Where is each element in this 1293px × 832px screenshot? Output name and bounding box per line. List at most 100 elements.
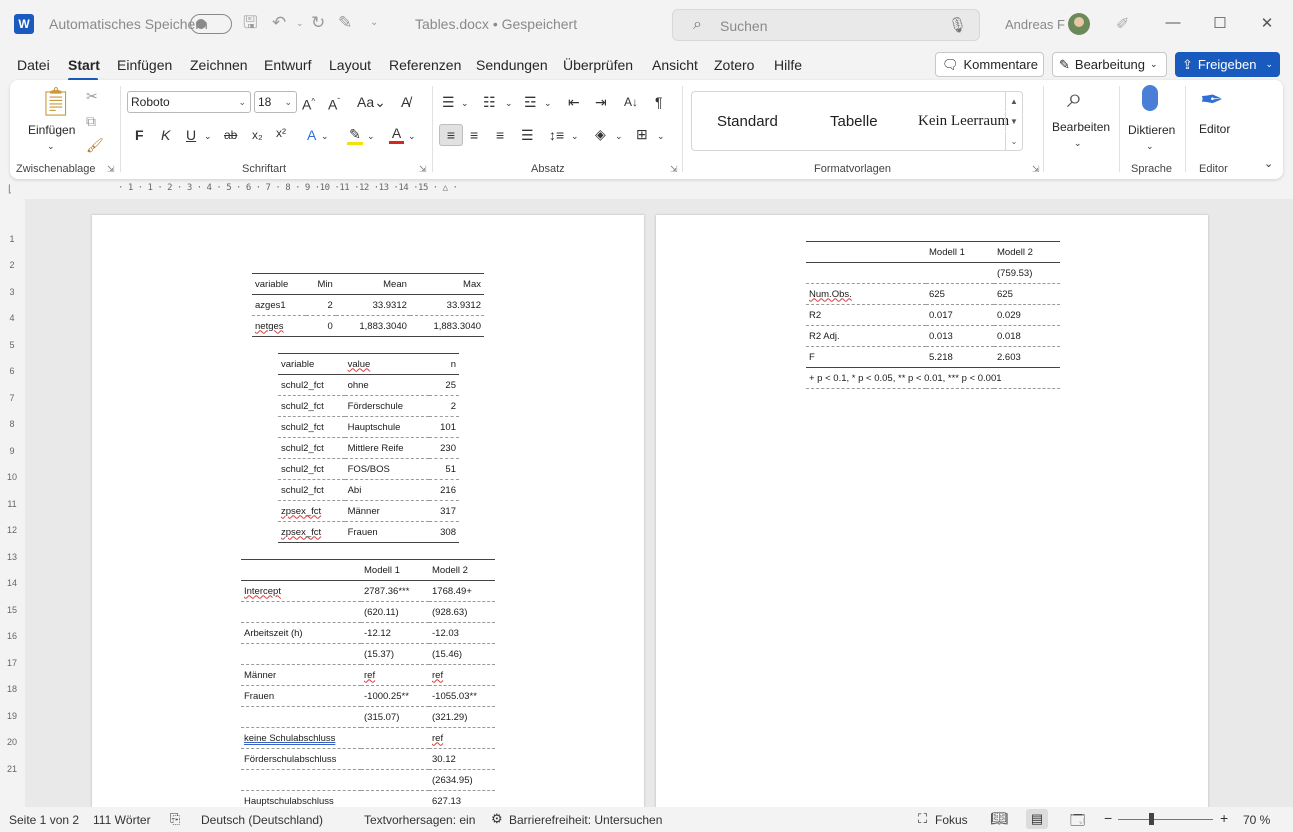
copy-icon[interactable]: ⧉ xyxy=(86,113,96,129)
styles-launcher-icon[interactable]: ⇲ xyxy=(1032,164,1040,175)
grow-font-icon[interactable]: A^ xyxy=(302,94,315,113)
font-name-select[interactable]: Roboto ⌄ xyxy=(127,91,251,113)
clear-formatting-icon[interactable]: A̸ xyxy=(401,94,410,110)
style-standard[interactable]: Standard xyxy=(717,113,778,130)
style-tabelle[interactable]: Tabelle xyxy=(830,113,878,130)
tab-einfuegen[interactable]: Einfügen xyxy=(117,57,172,73)
find-search-icon[interactable]: ⌕ xyxy=(1067,82,1083,114)
chevron-down-icon[interactable]: ⌄ xyxy=(657,128,665,144)
word-count[interactable]: 111 Wörter xyxy=(93,813,151,827)
share-button[interactable]: ⇪ Freigeben ⌄ xyxy=(1175,52,1280,77)
redo-icon[interactable]: ↻ xyxy=(311,13,325,33)
customize-qa-icon[interactable]: ⌄ xyxy=(370,13,378,33)
tab-zeichnen[interactable]: Zeichnen xyxy=(190,57,248,73)
chevron-down-icon[interactable]: ⌄ xyxy=(321,128,329,144)
zoom-slider[interactable] xyxy=(1118,819,1213,820)
undo-dropdown-icon[interactable]: ⌄ xyxy=(296,13,304,33)
horizontal-ruler[interactable]: · 1 · 1 · 2 · 3 · 4 · 5 · 6 · 7 · 8 · 9 … xyxy=(118,183,638,197)
tab-ansicht[interactable]: Ansicht xyxy=(652,57,698,73)
tab-layout[interactable]: Layout xyxy=(329,57,371,73)
language-status[interactable]: Deutsch (Deutschland) xyxy=(201,813,323,827)
tab-entwurf[interactable]: Entwurf xyxy=(264,57,311,73)
chevron-down-icon[interactable]: ⌄ xyxy=(204,128,212,144)
vertical-ruler[interactable]: 1 2 3 4 5 6 7 8 9 10 11 12 13 14 15 16 17 18 19 20 21 xyxy=(5,215,19,805)
zoom-level[interactable]: 70 % xyxy=(1243,813,1270,827)
gallery-more-icon[interactable]: ⌄ xyxy=(1005,132,1022,151)
page-2[interactable]: Modell 1 Modell 2 (759.53) Num.Obs. 625 62… xyxy=(656,215,1208,807)
focus-button[interactable]: Fokus xyxy=(935,813,968,827)
undo-icon[interactable]: ↶ xyxy=(272,13,286,33)
align-right-icon[interactable]: ≡ xyxy=(496,127,504,143)
accessibility-status[interactable]: Barrierefreiheit: Untersuchen xyxy=(509,813,662,827)
tab-referenzen[interactable]: Referenzen xyxy=(389,57,461,73)
format-painter-qa-icon[interactable]: ✎ xyxy=(338,13,352,33)
align-center-icon[interactable]: ≡ xyxy=(470,127,478,143)
superscript-icon[interactable]: x² xyxy=(276,125,286,141)
zoom-slider-thumb[interactable] xyxy=(1149,813,1154,825)
zoom-in-icon[interactable]: + xyxy=(1220,810,1228,826)
chevron-down-icon[interactable]: ⌄ xyxy=(571,128,579,144)
edit-label[interactable]: Bearbeiten xyxy=(1052,120,1110,134)
tab-ueberpruefen[interactable]: Überprüfen xyxy=(563,57,633,73)
underline-icon[interactable]: U xyxy=(186,127,196,143)
chevron-down-icon[interactable]: ⌄ xyxy=(47,138,55,154)
document-title[interactable]: Tables.docx • Gespeichert xyxy=(415,16,577,32)
increase-indent-icon[interactable]: ⇥ xyxy=(595,94,607,110)
comments-button[interactable]: 🗨︎ Kommentare xyxy=(935,52,1044,77)
editor-pen-icon[interactable]: ✒ xyxy=(1200,84,1223,116)
read-mode-icon[interactable]: 📖︎ xyxy=(990,810,1008,827)
maximize-icon[interactable]: ☐ xyxy=(1210,14,1230,32)
chevron-down-icon[interactable]: ⌄ xyxy=(544,95,552,111)
shading-icon[interactable]: ◈ xyxy=(595,126,606,142)
paste-icon[interactable]: 📋︎ xyxy=(38,86,74,118)
pilcrow-icon[interactable]: ¶ xyxy=(655,94,663,110)
minimize-icon[interactable]: — xyxy=(1163,14,1183,31)
editor-label[interactable]: Editor xyxy=(1199,122,1230,136)
tab-start[interactable]: Start xyxy=(68,57,100,73)
close-icon[interactable]: ✕ xyxy=(1257,14,1277,32)
shrink-font-icon[interactable]: Aˇ xyxy=(328,94,340,113)
change-case-icon[interactable]: Aa⌄ xyxy=(357,94,386,110)
dictate-label[interactable]: Diktieren xyxy=(1128,123,1175,137)
save-icon[interactable]: 🖫 xyxy=(243,13,257,33)
page-1[interactable]: variable Min Mean Max azges1 2 33.9312 3… xyxy=(92,215,644,807)
decrease-indent-icon[interactable]: ⇤ xyxy=(568,94,580,110)
chevron-down-icon[interactable]: ⌄ xyxy=(505,95,513,111)
web-layout-icon[interactable]: 🗔 xyxy=(1070,810,1085,832)
paste-label[interactable]: Einfügen xyxy=(28,123,75,137)
tab-selector-icon[interactable]: ⌊ xyxy=(8,184,12,195)
proofing-icon[interactable]: ⎘ xyxy=(170,811,180,827)
align-left-icon[interactable]: ≡ xyxy=(439,124,463,146)
user-name[interactable]: Andreas F xyxy=(1005,17,1065,32)
numbering-icon[interactable]: ☷ xyxy=(483,94,496,110)
document-area[interactable]: variable Min Mean Max azges1 2 33.9312 3… xyxy=(25,199,1293,807)
bullets-icon[interactable]: ☰ xyxy=(442,94,455,110)
tab-sendungen[interactable]: Sendungen xyxy=(476,57,548,73)
chevron-down-icon[interactable]: ⌄ xyxy=(1146,138,1154,154)
format-painter-icon[interactable]: 🖌︎ xyxy=(86,137,104,153)
text-effects-icon[interactable]: A xyxy=(307,127,316,143)
paragraph-launcher-icon[interactable]: ⇲ xyxy=(670,164,678,175)
line-spacing-icon[interactable]: ↕≡ xyxy=(549,127,564,143)
text-predictions-status[interactable]: Textvorhersagen: ein xyxy=(364,813,475,827)
sort-icon[interactable]: A↓ xyxy=(624,94,638,110)
tab-zotero[interactable]: Zotero xyxy=(714,57,754,73)
borders-icon[interactable]: ⊞ xyxy=(636,126,648,142)
chevron-down-icon[interactable]: ⌄ xyxy=(1074,135,1082,151)
style-kein-leerraum[interactable]: Kein Leerraum xyxy=(918,113,1009,130)
clipboard-launcher-icon[interactable]: ⇲ xyxy=(107,164,115,175)
bold-icon[interactable]: F xyxy=(135,127,144,143)
designer-pen-icon[interactable]: ✐ xyxy=(1116,14,1129,34)
tab-datei[interactable]: Datei xyxy=(17,57,50,73)
chevron-down-icon[interactable]: ⌄ xyxy=(461,95,469,111)
highlight-icon[interactable]: ✎ xyxy=(347,126,363,145)
font-size-select[interactable]: 18 ⌄ xyxy=(254,91,297,113)
tab-hilfe[interactable]: Hilfe xyxy=(774,57,802,73)
cut-icon[interactable]: ✂ xyxy=(86,88,98,104)
italic-icon[interactable]: K xyxy=(161,127,170,143)
editing-mode-button[interactable]: ✎ Bearbeitung ⌄ xyxy=(1052,52,1167,77)
search-box[interactable]: ⌕ Suchen 🎙︎ xyxy=(672,9,980,41)
microphone-icon[interactable] xyxy=(1142,85,1158,111)
subscript-icon[interactable]: x₂ xyxy=(252,127,263,143)
zoom-out-icon[interactable]: − xyxy=(1104,810,1112,826)
